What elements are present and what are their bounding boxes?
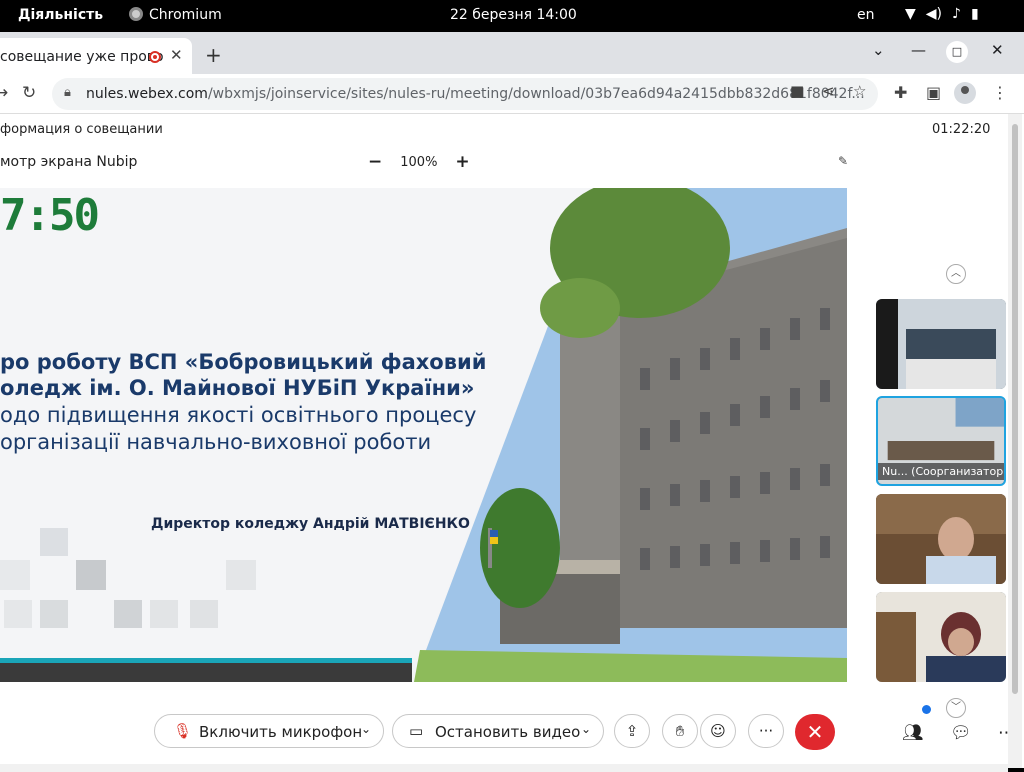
meeting-controls-bar: 🎙︎ Включить микрофон ⌄ ▭ Остановить виде… — [0, 704, 1015, 758]
tab-search-chevron-icon[interactable]: ⌄ — [872, 41, 885, 59]
zoom-controls: − 100% + — [368, 152, 470, 172]
system-top-bar: Діяльність Chromium 22 березня 14:00 en … — [0, 0, 1024, 32]
participant-video-1[interactable] — [876, 299, 1006, 389]
keyboard-layout[interactable]: en — [857, 7, 875, 23]
more-icon: ··· — [758, 722, 774, 740]
bookmark-star-icon[interactable]: ☆ — [853, 82, 866, 100]
lock-icon: 🔒︎ — [64, 85, 71, 100]
app-name: Chromium — [149, 7, 222, 23]
video-frame — [876, 299, 1006, 389]
zoom-level: 100% — [400, 154, 438, 170]
hand-icon: ✋︎ — [675, 722, 685, 740]
raise-hand-button[interactable]: ✋︎ — [662, 714, 698, 748]
browser-toolbar: → ↻ 🔒︎ nules.webex.com/wbxmjs/joinservic… — [0, 74, 1024, 114]
chevron-down-icon: ⌄ — [360, 722, 371, 736]
app-menu[interactable]: Chromium — [129, 7, 222, 23]
participant-video-4[interactable] — [876, 592, 1006, 682]
zoom-out-button[interactable]: − — [368, 152, 382, 172]
slide-title-line-1: ро роботу ВСП «Бобровицький фаховий — [0, 350, 487, 374]
participant-video-3[interactable] — [876, 494, 1006, 584]
side-panel-icon[interactable]: ▣ — [926, 83, 941, 102]
forward-icon[interactable]: → — [0, 83, 8, 103]
tab-title: совещание уже прово — [0, 49, 164, 65]
tab-webex-meeting[interactable]: совещание уже прово ✕ — [0, 38, 192, 74]
video-frame — [876, 494, 1006, 584]
meeting-info-link[interactable]: формация о совещании — [0, 122, 163, 137]
chat-icon[interactable]: 💬︎ — [950, 723, 972, 743]
video-frame — [876, 592, 1006, 682]
unmute-label: Включить микрофон — [199, 723, 363, 741]
system-tray[interactable]: ▼ ◀) ♪ ▮ — [905, 6, 979, 22]
muted-mic-icon: 🎙︎ — [173, 722, 193, 740]
wifi-icon: ▼ — [905, 6, 916, 22]
reactions-button[interactable]: ☺ — [700, 714, 736, 748]
horizontal-scrollbar[interactable] — [0, 764, 1008, 772]
chromium-icon — [129, 7, 143, 21]
tab-close-button[interactable]: ✕ — [170, 46, 183, 64]
share-screen-icon: ⇪ — [625, 722, 639, 740]
profile-avatar[interactable] — [954, 82, 976, 104]
microphone-icon: ♪ — [952, 6, 961, 22]
participant-name: Nu... (Соорганизатор) — [878, 463, 1004, 480]
url-path: /wbxmjs/joinservice/sites/nules-ru/meeti… — [207, 86, 865, 102]
annotate-icon[interactable]: ✎ — [838, 154, 848, 168]
battery-icon: ▮ — [970, 6, 979, 22]
close-window-button[interactable]: ✕ — [991, 41, 1004, 59]
maximize-button[interactable]: □ — [946, 41, 968, 63]
url-host: nules.webex.com — [86, 86, 208, 102]
screen-share-title: мотр экрана Nubip — [0, 154, 138, 170]
zoom-in-button[interactable]: + — [455, 152, 469, 172]
video-camera-icon: ▭ — [409, 722, 424, 740]
scroll-up-chevron-icon[interactable]: ︿ — [946, 264, 966, 284]
unmute-button[interactable]: 🎙︎ Включить микрофон ⌄ — [154, 714, 384, 748]
scrollbar-thumb[interactable] — [1012, 124, 1018, 694]
reload-icon[interactable]: ↻ — [22, 83, 36, 103]
recording-indicator-icon — [149, 51, 161, 63]
system-clock[interactable]: 22 березня 14:00 — [450, 7, 577, 23]
share-icon[interactable]: ⋖ — [822, 82, 835, 100]
extensions-icon[interactable]: ✚ — [894, 83, 907, 102]
address-bar[interactable]: 🔒︎ nules.webex.com/wbxmjs/joinservice/si… — [52, 78, 878, 110]
chevron-down-icon: ⌄ — [580, 722, 591, 736]
tab-strip: совещание уже прово ✕ + ⌄ — □ ✕ — [0, 32, 1024, 74]
more-options-button[interactable]: ··· — [748, 714, 784, 748]
share-screen-button[interactable]: ⇪ — [614, 714, 650, 748]
stop-video-label: Остановить видео — [435, 723, 581, 741]
notification-dot — [922, 705, 931, 714]
participant-video-2[interactable]: Nu... (Соорганизатор) — [876, 396, 1006, 486]
volume-icon: ◀) — [925, 6, 943, 22]
slide-subtitle-line-1: одо підвищення якості освітнього процесу — [0, 403, 477, 427]
camera-in-use-icon[interactable]: ■ — [790, 82, 804, 100]
emoji-icon: ☺ — [710, 722, 726, 740]
slide-clock: 7:50 — [0, 190, 100, 241]
new-tab-button[interactable]: + — [205, 43, 222, 67]
webex-meeting-page: формация о совещании 01:22:20 мотр экран… — [0, 114, 1024, 772]
slide-presenter: Директор коледжу Андрій МАТВІЄНКО — [151, 516, 470, 532]
slide-title-line-2: оледж ім. О. Майнової НУБіП України» — [0, 376, 475, 400]
menu-kebab-icon[interactable]: ⋮ — [992, 83, 1008, 102]
end-call-button[interactable]: ✕ — [795, 714, 835, 750]
meeting-timer: 01:22:20 — [932, 122, 991, 137]
activities-button[interactable]: Діяльність — [18, 7, 103, 23]
vertical-scrollbar[interactable] — [1008, 114, 1022, 768]
end-call-icon: ✕ — [806, 720, 824, 744]
browser-window: совещание уже прово ✕ + ⌄ — □ ✕ → ↻ 🔒︎ n… — [0, 32, 1024, 772]
participants-icon[interactable]: 👥︎ — [902, 723, 924, 743]
minimize-button[interactable]: — — [911, 41, 926, 59]
slide-subtitle-line-2: організації навчально-виховної роботи — [0, 430, 432, 454]
shared-slide: 7:50 ро роботу ВСП «Бобровицький фаховий… — [0, 188, 847, 682]
stop-video-button[interactable]: ▭ Остановить видео ⌄ — [392, 714, 604, 748]
